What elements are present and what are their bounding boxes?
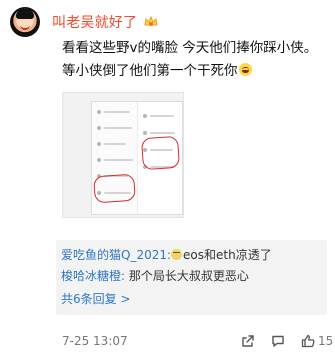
post-header: 叫老吴就好了: [10, 6, 159, 38]
post-image[interactable]: [62, 92, 184, 218]
avatar-dot: [97, 142, 101, 146]
comment-text: 那个局长大叔叔更恶心: [125, 269, 249, 283]
avatar-dot: [143, 114, 147, 118]
weibo-post-card: 叫老吴就好了 看看这些野v的嘴脸 今天他们捧你踩小侠。 等小侠倒了他们第一个干死…: [0, 0, 335, 358]
comment-preview-box: 爱吃鱼的猫Q_2021: eos和eth凉透了 梭哈冰糖橙: 那个局长大叔叔更恶心…: [56, 240, 327, 315]
comment-username[interactable]: 爱吃鱼的猫Q_2021:: [61, 248, 171, 262]
post-content-line-2: 等小侠倒了他们第一个干死你: [62, 60, 330, 83]
avatar[interactable]: [10, 7, 40, 37]
laughing-emoji-icon: [238, 63, 252, 76]
avatar-dot: [97, 158, 101, 162]
comment-username[interactable]: 梭哈冰糖橙:: [61, 269, 125, 283]
screenshot-thumbnail: [91, 101, 183, 215]
comment-icon[interactable]: [270, 333, 286, 349]
post-timestamp: 7-25 13:07: [62, 334, 128, 348]
red-highlight-circle: [93, 173, 136, 204]
chat-line: [104, 143, 126, 145]
post-content-line-1: 看看这些野v的嘴脸 今天他们捧你踩小侠。: [62, 40, 318, 56]
avatar-dot: [97, 110, 101, 114]
thumbs-up-icon[interactable]: [300, 333, 316, 349]
more-replies-link[interactable]: 共6条回复 >: [61, 290, 131, 308]
post-content-line-2-text: 等小侠倒了他们第一个干死你: [62, 63, 238, 79]
comment-item[interactable]: 爱吃鱼的猫Q_2021: eos和eth凉透了: [61, 246, 272, 264]
chat-line: [104, 111, 130, 113]
chat-line: [150, 132, 175, 134]
chat-line: [104, 159, 133, 161]
left-chat-panel: [92, 102, 138, 214]
post-author-name[interactable]: 叫老吴就好了: [52, 12, 137, 32]
red-highlight-circle: [140, 135, 181, 171]
smiling-emoji-icon: [171, 249, 183, 260]
post-content: 看看这些野v的嘴脸 今天他们捧你踩小侠。 等小侠倒了他们第一个干死你: [62, 37, 330, 83]
crown-badge-icon: [143, 14, 159, 30]
chat-line: [104, 127, 132, 129]
like-count: 15: [318, 334, 334, 348]
right-chat-panel: [138, 102, 182, 214]
avatar-dot: [97, 126, 101, 130]
post-footer: 7-25 13:07 15: [62, 333, 333, 349]
more-replies-label[interactable]: 共6条回复 >: [61, 292, 131, 306]
comment-text: eos和eth凉透了: [183, 248, 272, 262]
share-icon[interactable]: [240, 333, 256, 349]
comment-item[interactable]: 梭哈冰糖橙: 那个局长大叔叔更恶心: [61, 267, 249, 285]
avatar-dot: [143, 131, 147, 135]
chat-line: [150, 115, 174, 117]
